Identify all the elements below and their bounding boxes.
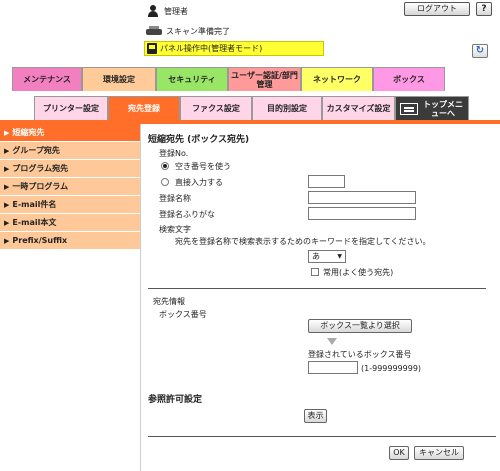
frequent-label: 常用(よく使う宛先) <box>323 268 394 277</box>
main-content: 短縮宛先 (ボックス宛先) 登録No. 空き番号を使う 直接入力する 登録名称 … <box>141 124 500 471</box>
registered-box-label: 登録されているボックス番号 <box>308 350 412 359</box>
cancel-button[interactable]: キャンセル <box>414 446 464 460</box>
radio-auto-label: 空き番号を使う <box>175 162 231 171</box>
sidebar-item-email-body[interactable]: ▶ E-mail本文 <box>0 214 140 232</box>
sidebar-item-speed-dial[interactable]: ▶ 短縮宛先 <box>0 124 140 142</box>
subtab-destination-registration[interactable]: 宛先登録 <box>108 96 180 120</box>
subtab-purpose-settings[interactable]: 目的別設定 <box>252 96 322 120</box>
radio-manual-number[interactable] <box>161 178 169 186</box>
search-char-value: あ <box>312 252 320 261</box>
sidebar-item-temp-program[interactable]: ▶ 一時プログラム <box>0 178 140 196</box>
tab-box[interactable]: ボックス <box>373 67 445 91</box>
device-status: スキャン準備完了 <box>146 24 230 38</box>
refresh-icon: ↻ <box>475 45 485 56</box>
box-no-range: (1-999999999) <box>361 364 422 373</box>
arrow-right-icon: ▶ <box>4 128 10 137</box>
search-char-description: 宛先を登録名称で検索表示するためのキーワードを指定してください。 <box>175 237 431 246</box>
frequent-checkbox[interactable] <box>311 268 319 276</box>
arrow-right-icon: ▶ <box>4 236 10 245</box>
sidebar: ▶ 短縮宛先 ▶ グループ宛先 ▶ プログラム宛先 ▶ 一時プログラム ▶ E-mail件… <box>0 124 140 471</box>
chevron-down-icon: ▼ <box>337 253 342 260</box>
search-char-select[interactable]: あ ▼ <box>308 250 346 263</box>
ok-button[interactable]: OK <box>389 446 409 460</box>
form-title: 短縮宛先 (ボックス宛先) <box>148 135 250 145</box>
sidebar-item-label: E-mail本文 <box>12 218 57 227</box>
subtab-printer-settings[interactable]: プリンター設定 <box>34 96 108 120</box>
dest-info-label: 宛先情報 <box>153 297 185 306</box>
ref-perm-title: 参照許可設定 <box>148 395 203 405</box>
sidebar-item-email-subject[interactable]: ▶ E-mail件名 <box>0 196 140 214</box>
scanner-icon <box>146 26 162 36</box>
menu-icon <box>400 102 418 115</box>
subtab-top-menu[interactable]: トップメニューへ <box>395 96 469 120</box>
user-info: 管理者 <box>146 4 188 18</box>
refresh-button[interactable]: ↻ <box>472 44 488 58</box>
tab-security[interactable]: セキュリティ <box>156 67 228 91</box>
radio-auto-number[interactable] <box>161 162 169 170</box>
help-button[interactable]: ? <box>476 2 492 16</box>
user-label: 管理者 <box>164 6 188 16</box>
mode-bar: パネル操作中(管理者モード) <box>144 41 324 56</box>
tab-environment[interactable]: 環境設定 <box>82 67 156 91</box>
mode-text: パネル操作中(管理者モード) <box>160 44 263 53</box>
panel-icon <box>147 43 157 54</box>
arrow-right-icon: ▶ <box>4 182 10 191</box>
search-char-label: 検索文字 <box>159 225 191 234</box>
subtab-customize-settings[interactable]: カスタマイズ設定 <box>322 96 395 120</box>
box-no-input[interactable] <box>308 361 358 374</box>
sidebar-item-label: 一時プログラム <box>12 182 69 191</box>
tab-network[interactable]: ネットワーク <box>301 67 373 91</box>
sidebar-item-label: E-mail件名 <box>12 200 57 209</box>
sidebar-item-label: グループ宛先 <box>12 146 60 155</box>
display-button[interactable]: 表示 <box>304 409 327 423</box>
radio-manual-label: 直接入力する <box>175 178 223 187</box>
user-icon <box>146 5 160 17</box>
reg-no-label: 登録No. <box>159 149 189 158</box>
furigana-label: 登録名ふりがな <box>159 210 215 219</box>
tab-maintenance[interactable]: メンテナンス <box>12 67 82 91</box>
arrow-right-icon: ▶ <box>4 200 10 209</box>
name-input[interactable] <box>308 191 416 204</box>
name-label: 登録名称 <box>159 194 191 203</box>
box-no-label: ボックス番号 <box>159 310 207 319</box>
sidebar-item-group[interactable]: ▶ グループ宛先 <box>0 142 140 160</box>
sidebar-item-program[interactable]: ▶ プログラム宛先 <box>0 160 140 178</box>
furigana-input[interactable] <box>308 207 416 220</box>
sidebar-item-label: Prefix/Suffix <box>12 236 68 245</box>
arrow-right-icon: ▶ <box>4 218 10 227</box>
footer-divider <box>148 436 496 437</box>
box-list-select-button[interactable]: ボックス一覧より選択 <box>308 319 412 333</box>
reg-no-input[interactable] <box>308 175 345 188</box>
sidebar-item-prefix-suffix[interactable]: ▶ Prefix/Suffix <box>0 232 140 250</box>
arrow-right-icon: ▶ <box>4 146 10 155</box>
top-menu-label: トップメニューへ <box>423 99 463 118</box>
section-divider <box>148 288 486 289</box>
sidebar-item-label: 短縮宛先 <box>12 128 45 137</box>
arrow-right-icon: ▶ <box>4 164 10 173</box>
arrow-down-icon <box>327 338 337 345</box>
subtab-fax-settings[interactable]: ファクス設定 <box>180 96 252 120</box>
logout-button[interactable]: ログアウト <box>404 2 470 16</box>
status-text: スキャン準備完了 <box>166 26 230 36</box>
tab-user-auth[interactable]: ユーザー認証/部門管理 <box>228 67 301 91</box>
sidebar-item-label: プログラム宛先 <box>12 164 69 173</box>
